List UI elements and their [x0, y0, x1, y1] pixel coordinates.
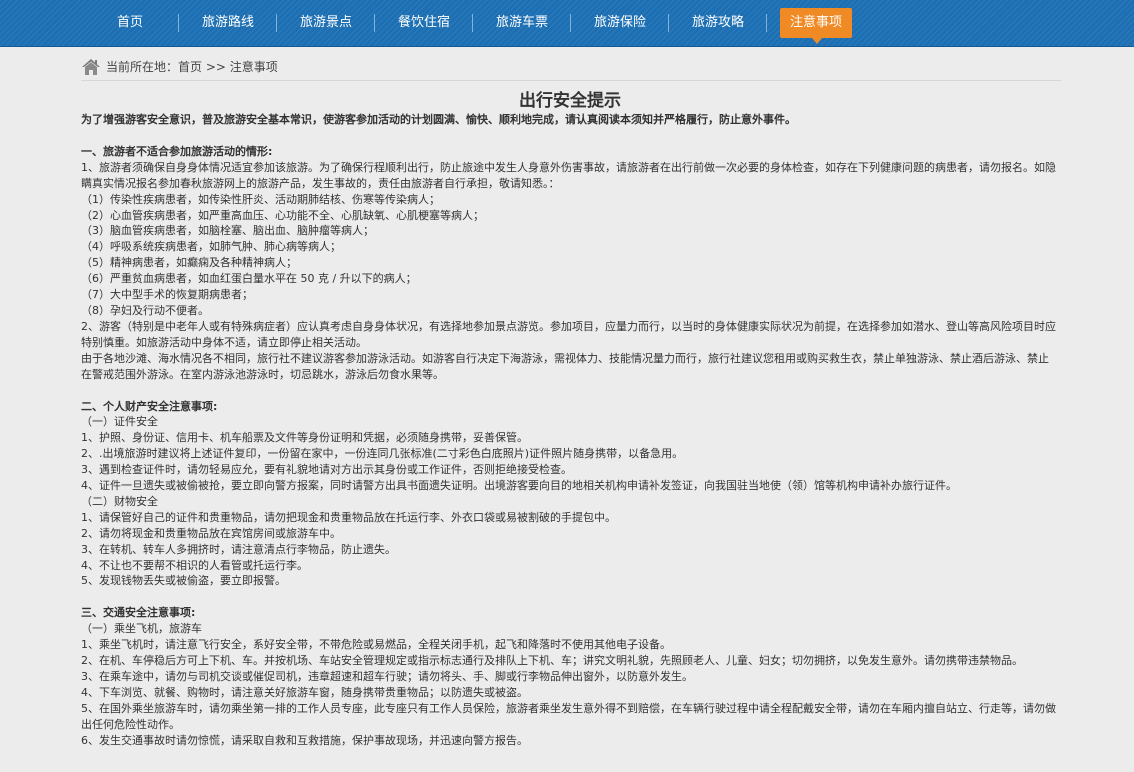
- breadcrumb: 当前所在地： 首页 >> 注意事项: [81, 53, 1061, 81]
- section-line: （一）乘坐飞机，旅游车: [81, 622, 202, 636]
- section-line: 3、在转机、转车人多拥挤时，请注意清点行李物品，防止遗失。: [81, 542, 396, 556]
- section-line: （一）证件安全: [81, 415, 158, 429]
- section-line: 2、在机、车停稳后方可上下机、车。并按机场、车站安全管理规定或指示标志通行及排队…: [81, 654, 1023, 668]
- section-line: 4、下车浏览、就餐、购物时，请注意关好旅游车窗，随身携带贵重物品；以防遗失或被盗…: [81, 685, 528, 699]
- section-heading: 三、交通安全注意事项:: [81, 606, 196, 620]
- section-line: （7）大中型手术的恢复期病患者；: [81, 288, 253, 302]
- section-heading: 二、个人财产安全注意事项:: [81, 399, 218, 413]
- section-line: 由于各地沙滩、海水情况各不相同，旅行社不建议游客参加游泳活动。如游客自行决定下海…: [81, 351, 1049, 381]
- nav-item-dining-lodging[interactable]: 餐饮住宿: [375, 8, 473, 38]
- nav-item-routes[interactable]: 旅游路线: [179, 8, 277, 38]
- nav-menu: 首页 旅游路线 旅游景点 餐饮住宿 旅游车票 旅游保险 旅游攻略 注意事项: [81, 8, 852, 44]
- nav-item-notices[interactable]: 注意事项: [780, 8, 852, 44]
- section-line: 1、乘坐飞机时，请注意飞行安全，系好安全带，不带危险或易燃品，全程关闭手机，起飞…: [81, 638, 671, 652]
- section-line: （4）呼吸系统疾病患者，如肺气肿、肺心病等病人；: [81, 240, 341, 254]
- breadcrumb-label: 当前所在地：: [106, 60, 179, 74]
- article-title: 出行安全提示: [519, 91, 621, 111]
- section-line: 4、不让也不要帮不相识的人看管或托运行李。: [81, 558, 308, 572]
- section-line: 2、.出境旅游时建议将上述证件复印，一份留在家中，一份连同几张标准(二寸彩色白底…: [81, 447, 684, 461]
- section-line: （2）心血管疾病患者，如严重高血压、心功能不全、心肌缺氧、心肌梗塞等病人；: [81, 208, 484, 222]
- section-line: 2、请勿将现金和贵重物品放在宾馆房间或旅游车中。: [81, 526, 341, 540]
- nav-item-home[interactable]: 首页: [81, 8, 179, 38]
- section-line: （5）精神病患者，如癫痫及各种精神病人；: [81, 256, 297, 270]
- home-icon: [81, 57, 101, 77]
- section-line: 1、请保管好自己的证件和贵重物品，请勿把现金和贵重物品放在托运行李、外衣口袋或易…: [81, 510, 616, 524]
- section-line: （1）传染性疾病患者，如传染性肝炎、活动期肺结核、伤寒等传染病人；: [81, 192, 440, 206]
- section-line: （6）严重贫血病患者，如血红蛋白量水平在 50 克 / 升以下的病人；: [81, 272, 417, 286]
- section-line: （8）孕妇及行动不便者。: [81, 303, 209, 317]
- section-line: 5、发现钱物丢失或被偷盗，要立即报警。: [81, 574, 286, 588]
- section-line: 1、护照、身份证、信用卡、机车船票及文件等身份证明和凭据，必须随身携带，妥善保管…: [81, 431, 528, 445]
- section-heading: 一、旅游者不适合参加旅游活动的情形:: [81, 144, 273, 158]
- nav-item-tickets[interactable]: 旅游车票: [473, 8, 571, 38]
- nav-item-attractions[interactable]: 旅游景点: [277, 8, 375, 38]
- nav-item-guides[interactable]: 旅游攻略: [669, 8, 767, 38]
- section-line: 3、遇到检查证件时，请勿轻易应允，要有礼貌地请对方出示其身份或工作证件，否则拒绝…: [81, 463, 572, 477]
- section-line: 5、在国外乘坐旅游车时，请勿乘坐第一排的工作人员专座，此专座只有工作人员保险，旅…: [81, 701, 1056, 731]
- breadcrumb-path[interactable]: 首页 >> 注意事项: [178, 58, 278, 75]
- section-line: （3）脑血管疾病患者，如脑栓塞、脑出血、脑肿瘤等病人；: [81, 224, 374, 238]
- section-line: 2、游客（特别是中老年人或有特殊病症者）应认真考虑自身身体状况，有选择地参加景点…: [81, 319, 1056, 349]
- section-line: 4、证件一旦遗失或被偷被抢，要立即向警方报案，同时请警方出具书面遗失证明。出境游…: [81, 479, 957, 493]
- section-line: 6、发生交通事故时请勿惊慌，请采取自救和互救措施，保护事故现场，并迅速向警方报告…: [81, 733, 528, 747]
- article-lead: 为了增强游客安全意识，普及旅游安全基本常识，使游客参加活动的计划圆满、愉快、顺利…: [81, 113, 796, 126]
- top-navbar: 首页 旅游路线 旅游景点 餐饮住宿 旅游车票 旅游保险 旅游攻略 注意事项: [0, 0, 1134, 47]
- section-line: 1、旅游者须确保自身身体情况适宜参加该旅游。为了确保行程顺利出行，防止旅途中发生…: [81, 160, 1056, 190]
- nav-item-insurance[interactable]: 旅游保险: [571, 8, 669, 38]
- section-line: （二）财物安全: [81, 494, 158, 508]
- article: 出行安全提示 为了增强游客安全意识，普及旅游安全基本常识，使游客参加活动的计划圆…: [81, 90, 1059, 749]
- section-line: 3、在乘车途中，请勿与司机交谈或催促司机，违章超速和超车行驶；请勿将头、手、脚或…: [81, 670, 693, 683]
